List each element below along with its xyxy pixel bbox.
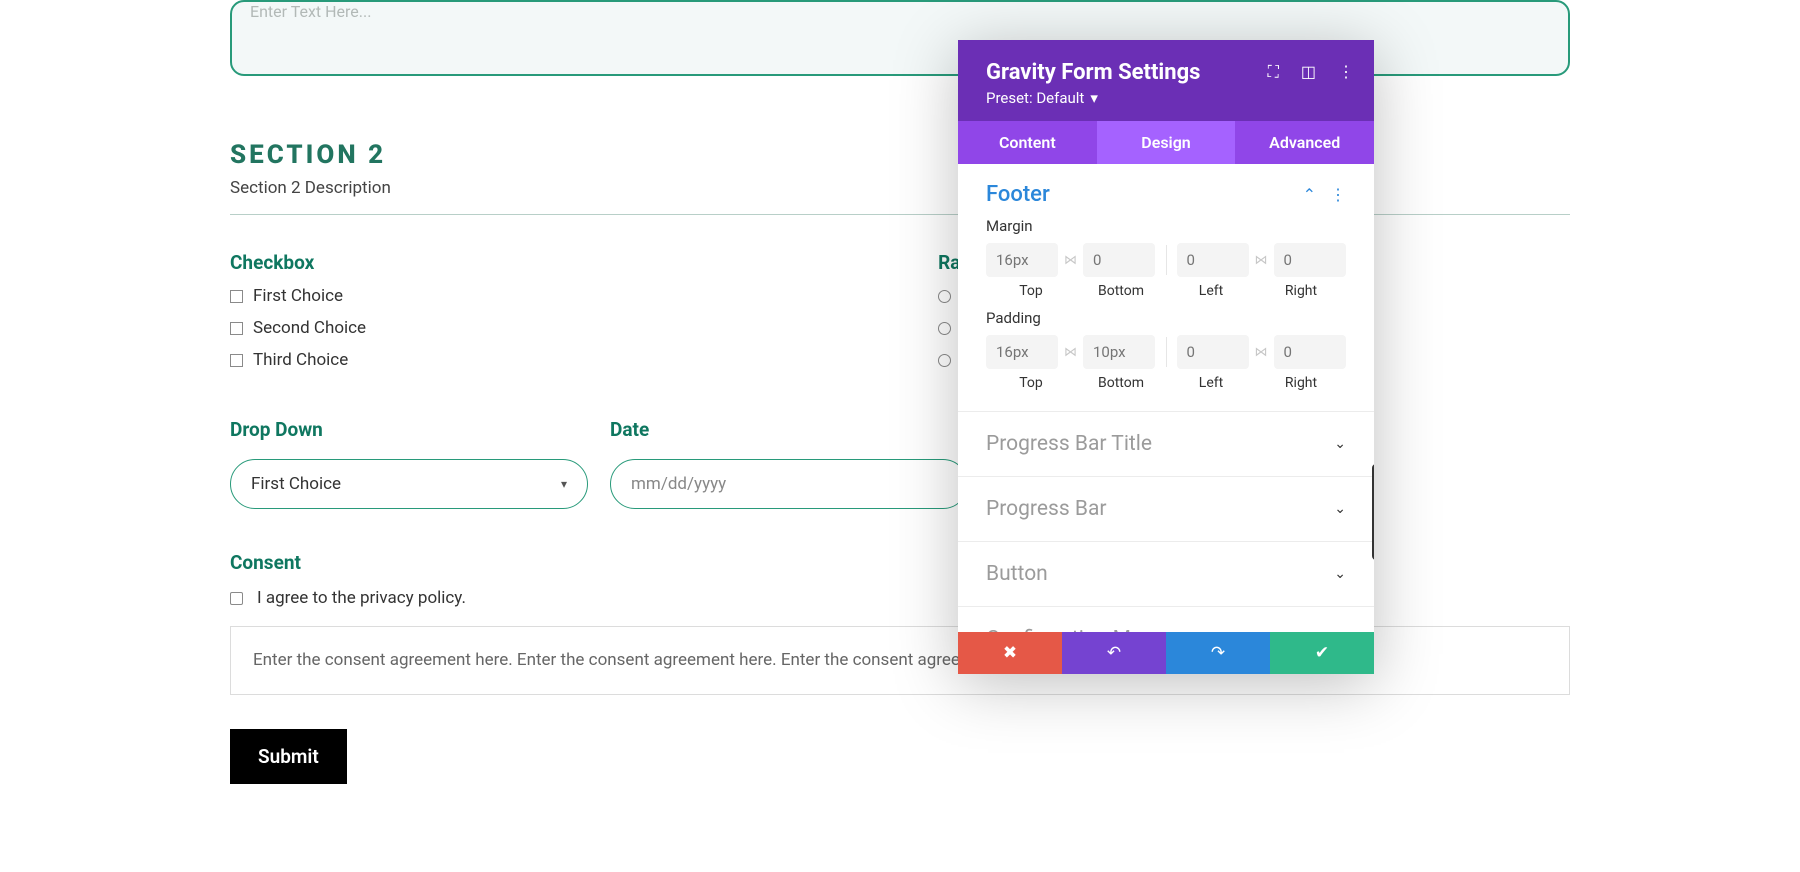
tab-advanced[interactable]: Advanced (1235, 121, 1374, 164)
chevron-down-icon: ⌄ (1334, 501, 1346, 517)
columns-icon[interactable]: ◫ (1301, 62, 1316, 82)
padding-label: Padding (986, 309, 1346, 327)
checkbox-input[interactable] (230, 290, 243, 303)
dropdown-label: Drop Down (230, 418, 588, 441)
cancel-button[interactable]: ✖ (958, 632, 1062, 674)
redo-icon: ↷ (1211, 643, 1225, 663)
checkbox-label: Second Choice (253, 318, 366, 338)
submit-label: Submit (258, 745, 319, 768)
caret-down-icon: ▾ (1090, 89, 1098, 107)
panel-preset[interactable]: Preset: Default▾ (986, 89, 1346, 107)
checkbox-field-label: Checkbox (230, 251, 366, 274)
link-icon[interactable]: ⋈ (1060, 345, 1081, 360)
panel-header[interactable]: Gravity Form Settings Preset: Default▾ ⛶… (958, 40, 1374, 121)
section-more-icon[interactable]: ⋮ (1330, 185, 1346, 204)
date-label: Date (610, 418, 968, 441)
chevron-down-icon: ⌄ (1334, 436, 1346, 452)
section-progress-bar[interactable]: Progress Bar⌄ (958, 477, 1374, 542)
section-confirmation[interactable]: Confirmation Message⌄ (958, 607, 1374, 632)
radio-input[interactable] (938, 290, 951, 303)
consent-checkbox[interactable] (230, 592, 243, 605)
checkbox-label: Third Choice (253, 350, 348, 370)
link-icon[interactable]: ⋈ (1251, 253, 1272, 268)
link-icon[interactable]: ⋈ (1251, 345, 1272, 360)
link-icon[interactable]: ⋈ (1060, 253, 1081, 268)
chevron-down-icon: ▾ (561, 477, 567, 491)
check-icon: ✔ (1315, 643, 1329, 663)
padding-left-input[interactable] (1177, 335, 1249, 369)
date-placeholder: mm/dd/yyyy (631, 474, 726, 494)
padding-right-input[interactable] (1274, 335, 1346, 369)
more-icon[interactable]: ⋮ (1338, 62, 1354, 82)
tab-content[interactable]: Content (958, 121, 1097, 164)
section-footer-title[interactable]: Footer (986, 182, 1050, 207)
settings-panel: Gravity Form Settings Preset: Default▾ ⛶… (958, 40, 1374, 674)
margin-left-input[interactable] (1177, 243, 1249, 277)
checkbox-input[interactable] (230, 322, 243, 335)
checkbox-input[interactable] (230, 354, 243, 367)
expand-icon[interactable]: ⛶ (1268, 62, 1279, 82)
close-icon: ✖ (1003, 643, 1017, 663)
radio-input[interactable] (938, 354, 951, 367)
submit-button[interactable]: Submit (230, 729, 347, 784)
padding-top-input[interactable] (986, 335, 1058, 369)
date-input[interactable]: mm/dd/yyyy (610, 459, 968, 509)
margin-label: Margin (986, 217, 1346, 235)
chevron-down-icon: ⌄ (1334, 566, 1346, 582)
chevron-down-icon: ⌄ (1334, 631, 1346, 632)
consent-text: I agree to the privacy policy. (257, 588, 466, 608)
undo-button[interactable]: ↶ (1062, 632, 1166, 674)
textarea-placeholder: Enter Text Here... (250, 2, 371, 21)
radio-input[interactable] (938, 322, 951, 335)
padding-bottom-input[interactable] (1083, 335, 1155, 369)
section-progress-bar-title[interactable]: Progress Bar Title⌄ (958, 412, 1374, 477)
dropdown-value: First Choice (251, 474, 341, 494)
dropdown-input[interactable]: First Choice ▾ (230, 459, 588, 509)
save-button[interactable]: ✔ (1270, 632, 1374, 674)
tab-design[interactable]: Design (1097, 121, 1236, 164)
redo-button[interactable]: ↷ (1166, 632, 1270, 674)
chevron-up-icon[interactable]: ⌃ (1303, 185, 1316, 204)
scrollbar[interactable] (1372, 464, 1374, 560)
margin-bottom-input[interactable] (1083, 243, 1155, 277)
margin-top-input[interactable] (986, 243, 1058, 277)
checkbox-label: First Choice (253, 286, 343, 306)
section-button[interactable]: Button⌄ (958, 542, 1374, 607)
undo-icon: ↶ (1107, 643, 1121, 663)
margin-right-input[interactable] (1274, 243, 1346, 277)
